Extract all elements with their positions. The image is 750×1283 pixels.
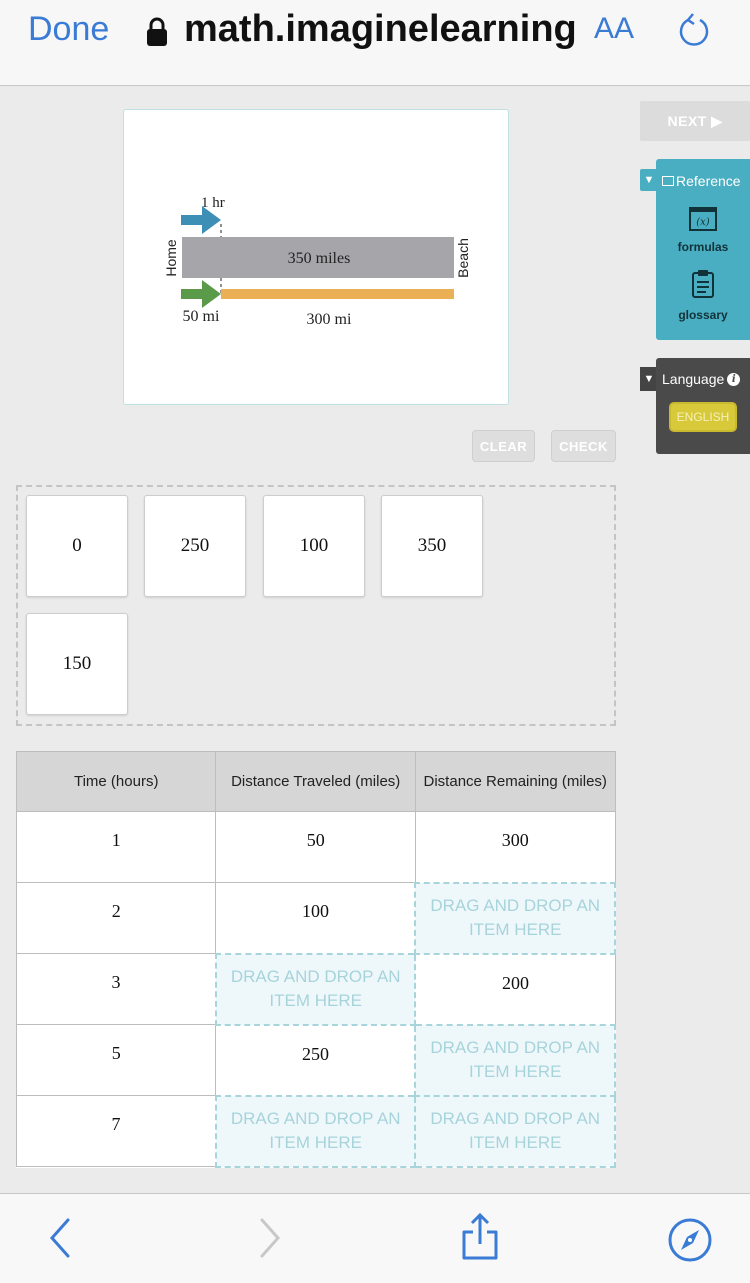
svg-text:(x): (x): [696, 217, 710, 228]
english-language-button[interactable]: ENGLISH: [669, 402, 737, 432]
lock-icon: [147, 17, 167, 46]
table-row: 2 100 DRAG AND DROP AN ITEM HERE: [15, 881, 616, 955]
distance-traveled-cell: 50: [215, 811, 416, 883]
url-text: math.imaginelearning: [184, 8, 577, 50]
table-row: 1 50 300: [15, 811, 616, 883]
answer-bank: 0 250 100 350 150: [16, 485, 616, 726]
reload-icon[interactable]: [676, 12, 712, 50]
check-button[interactable]: CHECK: [551, 430, 616, 462]
forward-icon[interactable]: [254, 1216, 284, 1260]
info-icon[interactable]: i: [727, 372, 741, 386]
text-size-button[interactable]: AA: [594, 12, 634, 46]
clipboard-icon: [692, 270, 714, 298]
distance-table: Time (hours) Distance Traveled (miles) D…: [15, 751, 616, 1168]
glossary-label: glossary: [678, 308, 728, 322]
answer-tile[interactable]: 0: [26, 495, 128, 597]
share-icon[interactable]: [458, 1212, 502, 1262]
header-distance-traveled: Distance Traveled (miles): [215, 751, 416, 812]
url-field[interactable]: math.imaginelearning: [146, 8, 577, 51]
traveled-arrow: [181, 280, 221, 308]
formulas-label: formulas: [677, 240, 729, 254]
browser-address-bar: Done math.imaginelearning AA: [0, 0, 750, 86]
answer-tile[interactable]: 250: [144, 495, 246, 597]
formula-icon: (x): [689, 207, 717, 231]
time-cell: 1: [15, 811, 217, 883]
trip-diagram-svg: 1 hr 350 miles Home Beach 50 mi 300 mi: [163, 195, 471, 328]
reference-panel: Reference (x) formulas glossary: [656, 159, 750, 340]
compass-icon[interactable]: [666, 1216, 714, 1264]
window-icon: [662, 176, 674, 186]
lesson-content: 1 hr 350 miles Home Beach 50 mi 300 mi N…: [0, 87, 750, 1193]
table-header-row: Time (hours) Distance Traveled (miles) D…: [15, 751, 616, 812]
glossary-button[interactable]: glossary: [656, 269, 750, 322]
traveled-label: 50 mi: [183, 308, 220, 325]
answer-tile[interactable]: 100: [263, 495, 365, 597]
header-time: Time (hours): [15, 751, 217, 812]
time-cell: 5: [15, 1024, 217, 1096]
reference-title: Reference: [676, 173, 741, 189]
next-button[interactable]: NEXT ▶: [640, 101, 750, 141]
time-cell: 3: [15, 953, 217, 1025]
done-button[interactable]: Done: [28, 10, 109, 49]
formulas-button[interactable]: (x) formulas: [656, 207, 750, 254]
distance-traveled-cell: 250: [215, 1024, 416, 1096]
distance-remaining-cell: 300: [414, 811, 616, 883]
browser-toolbar: [0, 1193, 750, 1283]
distance-remaining-cell: 200: [414, 953, 616, 1025]
distance-traveled-drop-zone[interactable]: DRAG AND DROP AN ITEM HERE: [214, 952, 417, 1026]
distance-remaining-drop-zone[interactable]: DRAG AND DROP AN ITEM HERE: [414, 1023, 616, 1097]
beach-label: Beach: [455, 238, 471, 278]
remaining-distance-bar: [221, 289, 454, 299]
table-row: 3 DRAG AND DROP AN ITEM HERE 200: [15, 952, 616, 1026]
distance-traveled-cell: 100: [215, 882, 416, 954]
reference-header: Reference: [662, 173, 741, 189]
distance-traveled-drop-zone[interactable]: DRAG AND DROP AN ITEM HERE: [214, 1094, 417, 1168]
total-distance-label: 350 miles: [288, 250, 351, 267]
language-title: Language: [662, 371, 725, 387]
trip-diagram: 1 hr 350 miles Home Beach 50 mi 300 mi: [123, 109, 509, 405]
answer-tile[interactable]: 350: [381, 495, 483, 597]
answer-tile[interactable]: 150: [26, 613, 128, 715]
clear-button[interactable]: CLEAR: [472, 430, 535, 462]
remaining-label: 300 mi: [307, 311, 352, 328]
distance-remaining-drop-zone[interactable]: DRAG AND DROP AN ITEM HERE: [414, 1094, 616, 1168]
language-panel: Language i ENGLISH: [656, 358, 750, 454]
distance-remaining-drop-zone[interactable]: DRAG AND DROP AN ITEM HERE: [414, 881, 616, 955]
time-cell: 2: [15, 882, 217, 954]
text-size-icon: AA: [594, 12, 635, 45]
home-label: Home: [163, 239, 179, 277]
table-row: 7 DRAG AND DROP AN ITEM HERE DRAG AND DROP…: [15, 1094, 616, 1168]
time-cell: 7: [15, 1095, 217, 1167]
back-icon[interactable]: [46, 1216, 76, 1260]
table-row: 5 250 DRAG AND DROP AN ITEM HERE: [15, 1023, 616, 1097]
language-header: Language i: [662, 371, 741, 387]
header-distance-remaining: Distance Remaining (miles): [414, 751, 616, 812]
